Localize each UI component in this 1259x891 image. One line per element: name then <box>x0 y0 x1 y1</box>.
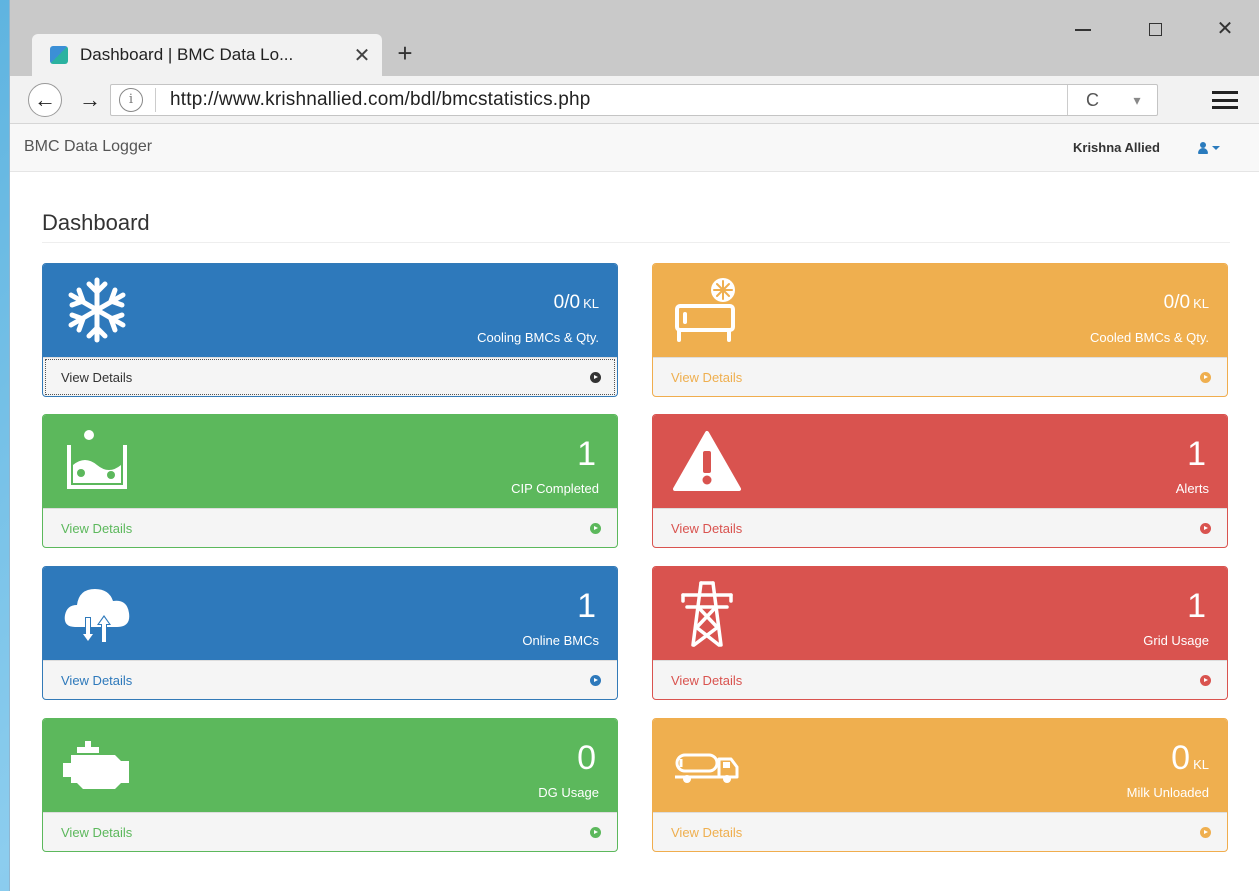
tab-title: Dashboard | BMC Data Lo... <box>80 45 294 64</box>
panel-label: Grid Usage <box>1143 633 1209 648</box>
app-navbar: BMC Data Logger Krishna Allied <box>10 124 1259 172</box>
browser-window: Dashboard | BMC Data Lo... ✕ + ✕ ← → i h… <box>9 0 1259 891</box>
panel-label: DG Usage <box>538 785 599 800</box>
user-name: Krishna Allied <box>1073 140 1160 155</box>
panel-label: Milk Unloaded <box>1126 785 1209 800</box>
new-tab-button[interactable]: + <box>390 38 420 68</box>
maximize-button[interactable] <box>1132 14 1178 44</box>
panel-value: 1 <box>577 587 596 625</box>
caret-down-icon <box>1212 146 1220 150</box>
minimize-icon <box>1075 28 1091 31</box>
arrow-circle-right-icon <box>590 675 601 686</box>
cooling-tank-icon <box>675 278 735 342</box>
arrow-circle-right-icon <box>1200 372 1211 383</box>
panel-label: Alerts <box>1175 481 1209 496</box>
panel-online-bmcs: 1 Online BMCs View Details <box>42 566 618 700</box>
hamburger-menu-icon[interactable] <box>1210 88 1240 112</box>
panel-value: 0/0 KL <box>553 292 599 313</box>
user-icon <box>1198 142 1208 154</box>
user-dropdown[interactable] <box>1198 138 1234 158</box>
panel-value: 0/0 KL <box>1163 292 1209 313</box>
address-bar[interactable]: i http://www.krishnallied.com/bdl/bmcsta… <box>110 84 1158 116</box>
url-separator <box>155 88 156 112</box>
view-details-link[interactable]: View Details <box>43 508 617 547</box>
panel-value: 1 <box>1187 587 1206 625</box>
page-divider <box>42 242 1230 243</box>
site-info-icon[interactable]: i <box>119 88 143 112</box>
view-details-link[interactable]: View Details <box>43 812 617 851</box>
panel-value: 0 <box>577 739 596 777</box>
arrow-circle-right-icon <box>590 372 601 383</box>
panel-cip-completed: 1 CIP Completed View Details <box>42 414 618 548</box>
close-window-button[interactable]: ✕ <box>1202 14 1248 44</box>
cip-tank-icon <box>67 430 127 489</box>
engine-icon <box>63 741 129 789</box>
url-text[interactable]: http://www.krishnallied.com/bdl/bmcstati… <box>170 89 1067 111</box>
arrow-circle-right-icon <box>590 827 601 838</box>
brand-link[interactable]: BMC Data Logger <box>24 138 152 156</box>
tab-strip: Dashboard | BMC Data Lo... ✕ + ✕ <box>10 0 1259 76</box>
view-details-link[interactable]: View Details <box>43 357 617 396</box>
back-button[interactable]: ← <box>28 83 62 117</box>
view-details-link[interactable]: View Details <box>43 660 617 699</box>
view-details-link[interactable]: View Details <box>653 660 1227 699</box>
view-details-link[interactable]: View Details <box>653 812 1227 851</box>
pocket-icon[interactable]: ▾ <box>1117 92 1157 109</box>
milk-tanker-icon <box>675 753 739 783</box>
minimize-button[interactable] <box>1060 14 1106 44</box>
forward-button[interactable]: → <box>76 86 104 114</box>
panel-value: 0 KL <box>1171 739 1209 777</box>
reload-icon[interactable]: C <box>1067 85 1117 115</box>
maximize-icon <box>1148 23 1162 37</box>
panel-cooled-bmcs: 0/0 KL Cooled BMCs & Qty. View Details <box>652 263 1228 397</box>
power-tower-icon <box>681 581 733 647</box>
warning-icon <box>673 431 741 491</box>
browser-toolbar: ← → i http://www.krishnallied.com/bdl/bm… <box>10 76 1259 124</box>
tab-dashboard[interactable]: Dashboard | BMC Data Lo... ✕ <box>32 34 382 76</box>
arrow-circle-right-icon <box>590 523 601 534</box>
snowflake-icon <box>68 277 126 343</box>
arrow-circle-right-icon <box>1200 523 1211 534</box>
cloud-sync-icon <box>64 589 130 643</box>
panel-dg-usage: 0 DG Usage View Details <box>42 718 618 852</box>
panel-label: Online BMCs <box>522 633 599 648</box>
panel-label: Cooling BMCs & Qty. <box>477 330 599 345</box>
panel-value: 1 <box>1187 435 1206 473</box>
panel-cooling-bmcs: 0/0 KL Cooling BMCs & Qty. View Details <box>42 263 618 397</box>
panel-alerts: 1 Alerts View Details <box>652 414 1228 548</box>
favicon-icon <box>50 46 68 64</box>
page-title: Dashboard <box>42 210 150 235</box>
panel-label: Cooled BMCs & Qty. <box>1090 330 1209 345</box>
panel-value: 1 <box>577 435 596 473</box>
tab-close-icon[interactable]: ✕ <box>342 43 382 68</box>
panel-grid-usage: 1 Grid Usage View Details <box>652 566 1228 700</box>
arrow-circle-right-icon <box>1200 675 1211 686</box>
panel-milk-unloaded: 0 KL Milk Unloaded View Details <box>652 718 1228 852</box>
arrow-circle-right-icon <box>1200 827 1211 838</box>
panel-label: CIP Completed <box>511 481 599 496</box>
view-details-link[interactable]: View Details <box>653 508 1227 547</box>
view-details-link[interactable]: View Details <box>653 357 1227 396</box>
